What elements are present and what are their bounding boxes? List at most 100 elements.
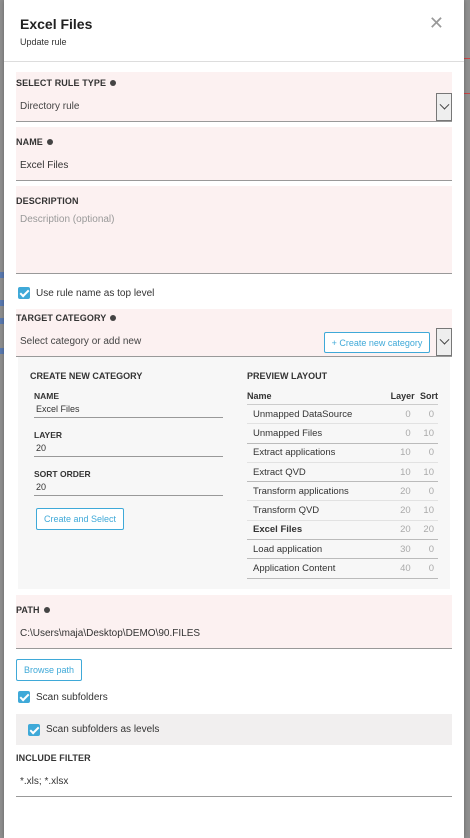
name-label-text: NAME bbox=[16, 137, 43, 147]
column-header-name: Name bbox=[247, 391, 384, 405]
row-name: Excel Files bbox=[247, 520, 384, 541]
row-sort: 10 bbox=[414, 462, 438, 483]
create-and-select-button[interactable]: Create and Select bbox=[36, 508, 124, 530]
rule-type-section: SELECT RULE TYPE Directory rule bbox=[16, 72, 452, 122]
row-name: Unmapped Files bbox=[247, 423, 384, 444]
column-header-sort: Sort bbox=[414, 391, 438, 405]
row-name: Unmapped DataSource bbox=[247, 404, 384, 425]
top-level-label: Use rule name as top level bbox=[36, 287, 155, 299]
description-input[interactable]: Description (optional) bbox=[16, 206, 452, 274]
target-category-dropdown-button[interactable] bbox=[436, 328, 452, 356]
row-layer: 20 bbox=[383, 520, 415, 541]
target-category-label-text: TARGET CATEGORY bbox=[16, 313, 107, 323]
table-row: Extract QVD 10 10 bbox=[247, 462, 438, 483]
row-layer: 30 bbox=[383, 539, 415, 560]
target-category-label: TARGET CATEGORY bbox=[16, 313, 452, 323]
scan-subfolders-checkbox[interactable] bbox=[18, 691, 30, 703]
category-name-label: NAME bbox=[34, 391, 60, 401]
category-name-input[interactable]: Excel Files bbox=[34, 401, 223, 418]
row-name: Extract QVD bbox=[247, 462, 384, 483]
row-layer: 10 bbox=[383, 462, 415, 483]
table-row: Transform applications 20 0 bbox=[247, 481, 438, 502]
name-label: NAME bbox=[16, 137, 452, 147]
include-filter-section: INCLUDE FILTER *.xls; *.xlsx bbox=[16, 753, 452, 797]
row-sort: 10 bbox=[414, 423, 438, 444]
sort-order-label: SORT ORDER bbox=[34, 469, 91, 479]
table-row: Extract applications 10 0 bbox=[247, 443, 438, 463]
rule-type-label-text: SELECT RULE TYPE bbox=[16, 78, 107, 88]
sort-order-input[interactable]: 20 bbox=[34, 479, 223, 496]
table-row: Application Content 40 0 bbox=[247, 558, 438, 579]
scan-as-levels-row[interactable]: Scan subfolders as levels bbox=[16, 714, 452, 745]
required-icon bbox=[110, 80, 117, 86]
path-label-text: PATH bbox=[16, 605, 40, 615]
row-name: Load application bbox=[247, 539, 384, 560]
table-row: Unmapped DataSource 0 0 bbox=[247, 404, 438, 425]
path-input[interactable]: C:\Users\maja\Desktop\DEMO\90.FILES bbox=[16, 619, 452, 649]
layer-input[interactable]: 20 bbox=[34, 440, 223, 457]
browse-path-button[interactable]: Browse path bbox=[16, 659, 82, 681]
row-layer: 10 bbox=[383, 443, 415, 463]
preview-layout-heading: PREVIEW LAYOUT bbox=[247, 371, 328, 381]
new-category-panel: CREATE NEW CATEGORY NAME Excel Files LAY… bbox=[18, 357, 450, 589]
modal-header: Excel Files Update rule ✕ bbox=[4, 0, 464, 62]
row-sort: 0 bbox=[414, 558, 438, 579]
description-section: DESCRIPTION Description (optional) bbox=[16, 186, 452, 274]
preview-layout: PREVIEW LAYOUT Name Layer Sort Unmapped … bbox=[235, 371, 438, 579]
create-new-category-button[interactable]: + Create new category bbox=[324, 332, 430, 353]
path-section: PATH C:\Users\maja\Desktop\DEMO\90.FILES bbox=[16, 595, 452, 649]
name-input[interactable]: Excel Files bbox=[16, 151, 452, 181]
row-sort: 20 bbox=[414, 520, 438, 541]
table-row: Transform QVD 20 10 bbox=[247, 500, 438, 521]
create-category-form: CREATE NEW CATEGORY NAME Excel Files LAY… bbox=[30, 371, 235, 577]
row-layer: 20 bbox=[383, 481, 415, 502]
target-category-select[interactable]: Select category or add new + Create new … bbox=[16, 327, 452, 357]
chevron-down-icon bbox=[439, 99, 449, 110]
scan-subfolders-row[interactable]: Scan subfolders bbox=[16, 691, 452, 703]
target-category-placeholder: Select category or add new bbox=[20, 336, 142, 347]
row-layer: 40 bbox=[383, 558, 415, 579]
row-sort: 0 bbox=[414, 539, 438, 560]
rule-type-value: Directory rule bbox=[20, 101, 80, 112]
required-icon bbox=[43, 607, 50, 613]
row-layer: 20 bbox=[383, 500, 415, 521]
row-layer: 0 bbox=[383, 423, 415, 444]
layer-label: LAYER bbox=[34, 430, 63, 440]
target-category-section: TARGET CATEGORY Select category or add n… bbox=[16, 309, 452, 357]
include-filter-input[interactable]: *.xls; *.xlsx bbox=[16, 767, 452, 797]
scan-as-levels-checkbox[interactable] bbox=[28, 723, 40, 736]
column-header-layer: Layer bbox=[383, 391, 415, 405]
modal-body: SELECT RULE TYPE Directory rule NAME Exc… bbox=[4, 62, 464, 797]
row-sort: 0 bbox=[414, 443, 438, 463]
row-sort: 0 bbox=[414, 481, 438, 502]
required-icon bbox=[110, 315, 117, 321]
rule-type-label: SELECT RULE TYPE bbox=[16, 78, 452, 88]
row-name: Transform QVD bbox=[247, 500, 384, 521]
update-rule-modal: Excel Files Update rule ✕ SELECT RULE TY… bbox=[4, 0, 464, 838]
rule-type-dropdown-button[interactable] bbox=[436, 93, 452, 121]
top-level-checkbox-row[interactable]: Use rule name as top level bbox=[16, 287, 452, 299]
required-icon bbox=[46, 139, 53, 145]
row-layer: 0 bbox=[383, 404, 415, 425]
chevron-down-icon bbox=[439, 334, 449, 345]
row-name: Transform applications bbox=[247, 481, 384, 502]
preview-table: Name Layer Sort Unmapped DataSource 0 0 Un… bbox=[247, 391, 438, 579]
table-row: Load application 30 0 bbox=[247, 539, 438, 560]
path-label: PATH bbox=[16, 605, 452, 615]
top-level-checkbox[interactable] bbox=[18, 287, 30, 299]
row-sort: 10 bbox=[414, 500, 438, 521]
row-name: Application Content bbox=[247, 558, 384, 579]
create-category-heading: CREATE NEW CATEGORY bbox=[30, 371, 143, 381]
modal-subtitle: Update rule bbox=[20, 37, 67, 47]
description-label: DESCRIPTION bbox=[16, 196, 79, 206]
include-filter-label: INCLUDE FILTER bbox=[16, 753, 91, 763]
close-icon[interactable]: ✕ bbox=[429, 14, 444, 32]
table-row-current: Excel Files 20 20 bbox=[247, 520, 438, 541]
row-sort: 0 bbox=[414, 404, 438, 425]
row-name: Extract applications bbox=[247, 443, 384, 463]
scan-subfolders-label: Scan subfolders bbox=[36, 691, 108, 703]
scan-as-levels-label: Scan subfolders as levels bbox=[46, 724, 160, 735]
rule-type-select[interactable]: Directory rule bbox=[16, 92, 452, 122]
table-row: Unmapped Files 0 10 bbox=[247, 423, 438, 444]
name-section: NAME Excel Files bbox=[16, 127, 452, 181]
